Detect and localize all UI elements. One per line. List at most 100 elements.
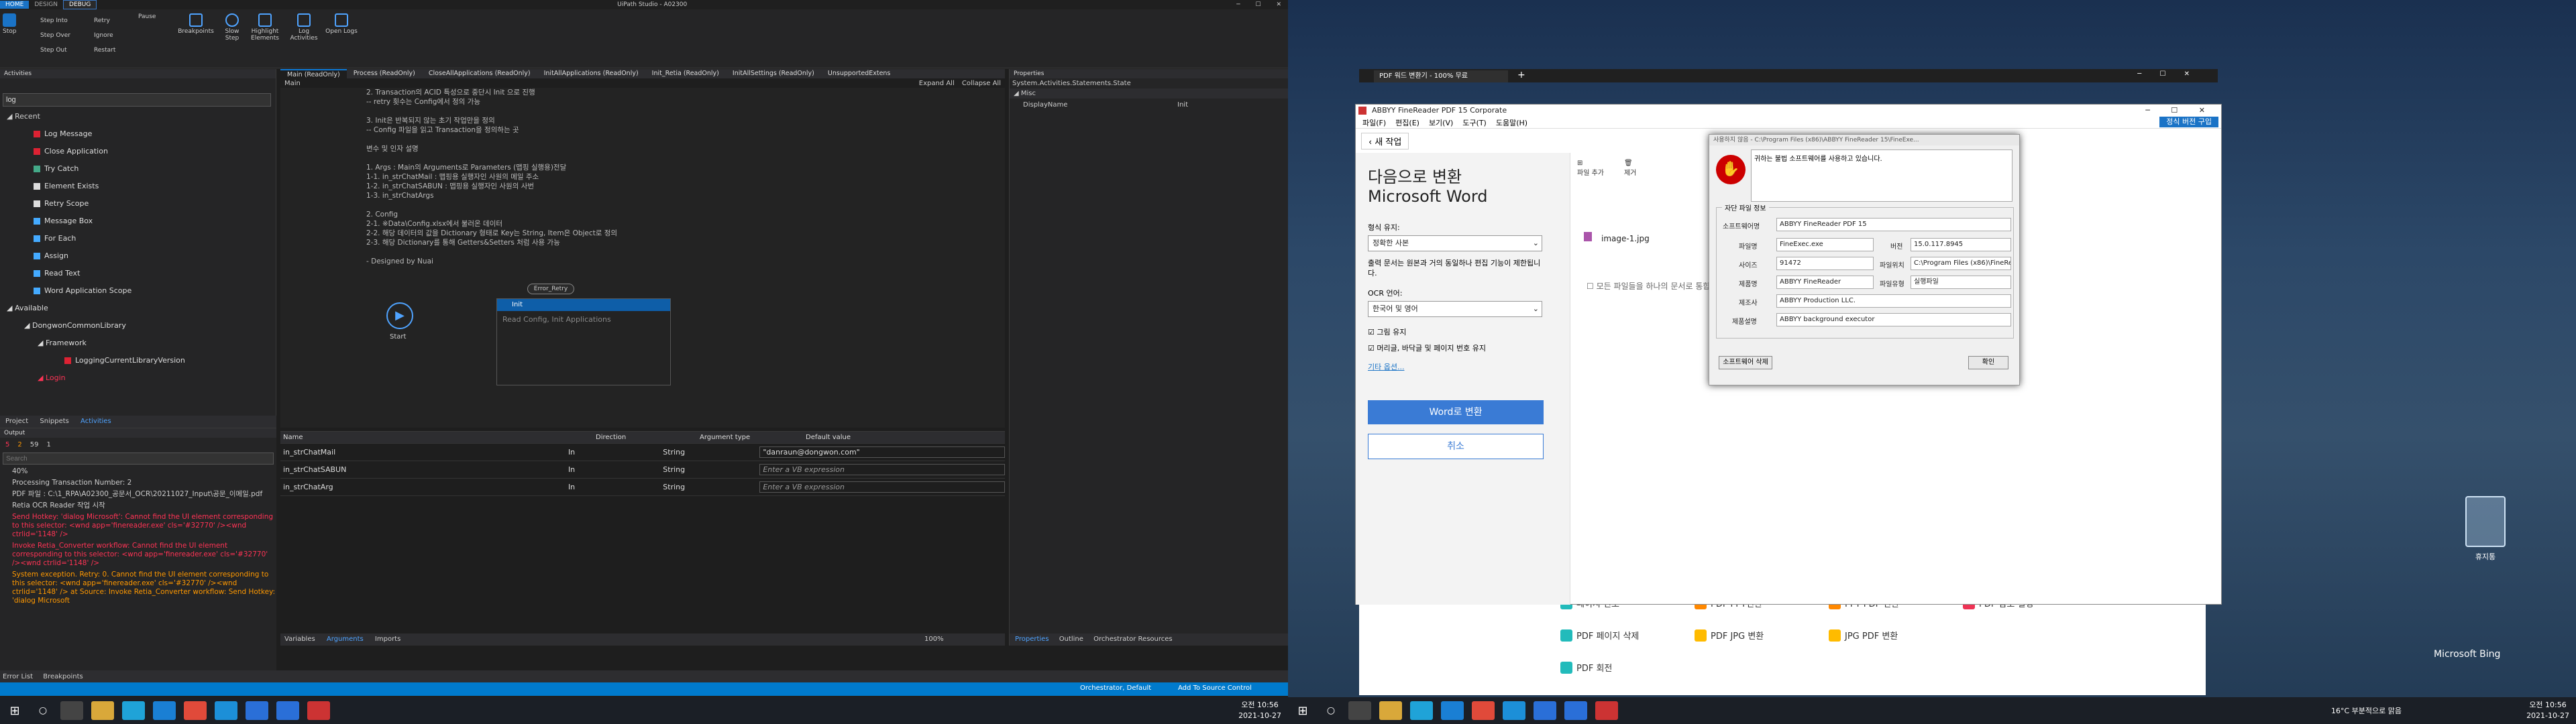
workflow-canvas[interactable]: 2. Transaction의 ACID 특성으로 중단시 Init 으로 진행… [280,88,1005,428]
uipath-studio-icon[interactable] [1564,701,1587,720]
doc-tab[interactable]: UnsupportedExtens [821,69,898,78]
add-file-button[interactable]: ⊞ 파일 추가 [1577,160,1604,177]
zoom-level[interactable]: 100% [924,634,944,646]
tab-error-list[interactable]: Error List [3,673,33,680]
error-retry-transition[interactable]: Error_Retry [527,284,574,294]
start-node-icon[interactable]: ▶ [386,302,413,329]
tab-orchestrator-resources[interactable]: Orchestrator Resources [1093,636,1173,643]
tool-pdf-delete-page[interactable]: PDF 페이지 삭제 [1560,629,1639,642]
finereader-icon[interactable] [1595,701,1618,720]
argument-default-value[interactable]: "danraun@dongwon.com" [759,446,1005,458]
tab-imports[interactable]: Imports [375,636,400,643]
output-log-line[interactable]: System exception. Retry: 0. Cannot find … [0,569,276,607]
task-view-icon[interactable] [60,701,83,720]
tree-item[interactable]: Read Text [7,265,276,282]
menu-help[interactable]: 도움말(H) [1496,117,1527,128]
tab-home[interactable]: HOME [0,1,30,9]
window-controls[interactable]: ─ ☐ ✕ [1208,1,1288,8]
browser-tab[interactable]: PDF 워드 변환기 - 100% 무료 [1374,70,1508,82]
search-icon[interactable]: ○ [1318,705,1344,716]
tree-available[interactable]: ◢ Available [7,300,276,317]
pause-button[interactable]: Pause [138,13,156,20]
doc-tab[interactable]: InitAllApplications (ReadOnly) [537,69,645,78]
merge-files-checkbox[interactable]: ☐ 모든 파일들을 하나의 문서로 통합 [1587,280,1710,292]
retry-button[interactable]: Retry [94,13,115,28]
tab-breakpoints[interactable]: Breakpoints [43,673,83,680]
uipath-icon[interactable] [1534,701,1556,720]
breakpoints-button[interactable]: Breakpoints [176,13,216,35]
tab-properties[interactable]: Properties [1015,636,1049,643]
finereader-window-controls[interactable]: ─ ☐ ✕ [2145,105,2214,117]
output-log-line[interactable]: PDF 파일 : C:\1_RPA\A02300_공문서_OCR\2021102… [0,489,276,500]
new-task-button[interactable]: ‹ 새 작업 [1361,133,1409,149]
highlight-elements-button[interactable]: Highlight Elements [247,13,283,42]
edge-window-controls[interactable]: ─ ☐ ✕ [2137,70,2198,78]
tab-debug[interactable]: DEBUG [63,0,97,9]
doc-tab[interactable]: Process (ReadOnly) [347,69,422,78]
ie-icon[interactable] [215,701,237,720]
source-control-button[interactable]: Add To Source Control [1178,684,1252,692]
finereader-icon[interactable] [307,701,330,720]
tree-item[interactable]: Try Catch [7,160,276,178]
slow-step-button[interactable]: Slow Step [217,13,247,42]
file-item[interactable]: image-1.jpg [1584,232,1650,243]
doc-tab[interactable]: Init_Retia (ReadOnly) [645,69,726,78]
tool-pdf-jpg[interactable]: PDF JPG 변환 [1695,629,1764,642]
tool-jpg-pdf[interactable]: JPG PDF 변환 [1829,629,1898,642]
info-count[interactable]: 59 [30,441,39,448]
trace-count[interactable]: 1 [46,441,50,448]
menu-file[interactable]: 파일(F) [1362,117,1386,128]
tree-item[interactable]: LoggingCurrentLibraryVersion [7,352,276,369]
argument-default-value[interactable]: Enter a VB expression [759,464,1005,475]
activities-search-input[interactable] [3,93,271,107]
tree-login[interactable]: ◢ Login [7,369,276,387]
tree-item[interactable]: Word Application Scope [7,282,276,300]
edge-icon[interactable] [122,701,145,720]
store-icon[interactable] [1441,701,1464,720]
keep-images-checkbox[interactable]: ☑ 그림 유지 [1356,317,1570,337]
output-log-line[interactable]: Retia OCR Reader 작업 시작 [0,500,276,511]
weather-widget[interactable]: 16°C 부분적으로 맑음 [2331,705,2402,716]
convert-to-word-button[interactable]: Word로 변환 [1368,400,1544,424]
orchestrator-status[interactable]: Orchestrator, Default [1080,684,1151,692]
tree-item[interactable]: Element Exists [7,178,276,195]
task-view-icon[interactable] [1348,701,1371,720]
menu-edit[interactable]: 편집(E) [1395,117,1419,128]
tree-library[interactable]: ◢ DongwonCommonLibrary [7,317,276,335]
argument-direction[interactable]: In [568,465,663,474]
tree-recent[interactable]: ◢ Recent [7,108,276,125]
argument-type[interactable]: String [663,483,759,491]
new-tab-icon[interactable]: + [1517,70,1525,80]
cancel-button[interactable]: 취소 [1368,434,1544,459]
argument-default-value[interactable]: Enter a VB expression [759,481,1005,493]
edge-icon[interactable] [1410,701,1433,720]
open-logs-button[interactable]: Open Logs [325,13,358,35]
argument-type[interactable]: String [663,448,759,457]
tree-item[interactable]: Message Box [7,213,276,230]
expand-all-link[interactable]: Expand All [919,80,955,87]
output-log-line[interactable]: Invoke Retia_Converter workflow: Cannot … [0,540,276,569]
doc-tab[interactable]: CloseAllApplications (ReadOnly) [422,69,537,78]
tool-pdf-rotate[interactable]: PDF 회전 [1560,661,1612,674]
keep-headers-checkbox[interactable]: ☑ 머리글, 바닥글 및 페이지 번호 유지 [1356,337,1570,353]
property-value[interactable]: Init [1177,101,1188,109]
menu-view[interactable]: 보기(V) [1429,117,1453,128]
chrome-icon[interactable] [184,701,207,720]
output-log-line[interactable]: Processing Transaction Number: 2 [0,477,276,489]
uipath-studio-icon[interactable] [276,701,299,720]
file-explorer-icon[interactable] [1379,701,1402,720]
output-log-line[interactable]: 40% [0,466,276,477]
log-activities-button[interactable]: Log Activities [286,13,322,42]
tree-item[interactable]: Log Message [7,125,276,143]
step-over-button[interactable]: Step Over [40,28,70,43]
search-icon[interactable]: ○ [30,705,56,716]
tab-design[interactable]: DESIGN [29,1,63,9]
step-out-button[interactable]: Step Out [40,43,70,58]
argument-type[interactable]: String [663,465,759,474]
windows-start-icon[interactable]: ⊞ [0,704,30,718]
argument-direction[interactable]: In [568,483,663,491]
collapse-all-link[interactable]: Collapse All [962,80,1001,87]
system-clock[interactable]: 오전 10:56 2021-10-27 [1238,700,1281,721]
system-clock[interactable]: 오전 10:56 2021-10-27 [2526,700,2569,721]
error-count[interactable]: 5 [5,441,9,448]
